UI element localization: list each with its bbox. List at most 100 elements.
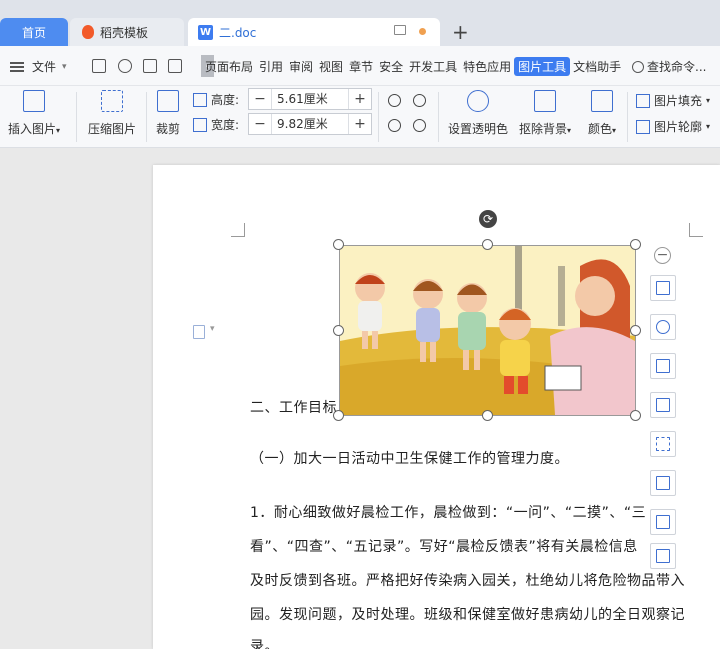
menu-item-picture-tools[interactable]: 图片工具 [514,57,571,76]
resize-handle-e[interactable] [630,325,641,336]
width-label: 宽度: [193,116,239,133]
menu-item-security[interactable]: 安全 [376,58,406,76]
tab-document[interactable]: W 二.doc [188,18,440,46]
paragraph-line: 看”、“四查”、“五记录”。写好“晨检反馈表”将有关晨检信息 [250,539,638,555]
contrast-up-icon[interactable] [413,94,426,107]
insert-picture-label: 插入图片 [8,122,57,136]
brightness-down-icon[interactable] [388,119,401,132]
remove-background-button[interactable]: 抠除背景▾ [519,90,571,137]
divider [438,92,439,142]
tab-document-label: 二.doc [219,25,257,40]
print-icon[interactable] [143,59,157,73]
set-transparent-color-label: 设置透明色 [448,122,509,136]
picture-fill-icon [636,93,650,108]
height-icon [193,92,207,107]
crop-button[interactable]: 裁剪 [156,90,180,137]
width-label-text: 宽度: [211,118,240,132]
menu-item-doc-assistant[interactable]: 文档助手 [570,58,624,76]
tab-bar: 首页 稻壳模板 W 二.doc + [0,0,720,46]
set-transparent-color-button[interactable]: 设置透明色 [448,90,508,137]
paragraph-line: 园。发现问题，及时处理。班级和保健室做好患病幼儿的全日观察记 [250,607,685,623]
paragraph-handle-icon[interactable] [193,324,215,339]
picture-fill-label: 图片填充 [654,94,703,108]
remove-background-icon [534,90,557,112]
width-increase-button[interactable]: + [349,116,371,132]
menu-item-section[interactable]: 章节 [346,58,376,76]
resize-handle-n[interactable] [482,239,493,250]
divider [76,92,77,142]
insert-picture-button[interactable]: 插入图片▾ [8,90,60,137]
color-button[interactable]: 颜色▾ [588,90,616,137]
tab-home-label: 首页 [21,25,46,40]
menu-items: 页面布局 引用 审阅 视图 章节 安全 开发工具 特色应用 图片工具 文档助手 [205,57,624,76]
picture-outline-button[interactable]: 图片轮廓 ▾ [636,118,710,135]
divider [146,92,147,142]
height-increase-button[interactable]: + [349,91,371,107]
height-decrease-button[interactable]: − [249,91,271,107]
picture-outline-icon [636,119,650,134]
word-doc-icon: W [198,24,213,40]
subheading-item-1: （一）加大一日活动中卫生保健工作的管理力度。 [250,451,569,467]
contrast-down-icon[interactable] [413,119,426,132]
unsaved-dot-icon [419,28,426,35]
compress-picture-label: 压缩图片 [88,122,137,136]
margin-corner-mark [231,223,245,237]
collapse-toolbar-icon[interactable]: − [654,247,671,264]
width-input[interactable]: 9.82厘米 [271,114,349,134]
layout-options-button[interactable] [650,275,676,301]
monitor-icon[interactable] [394,25,406,35]
document-area: ⟳ − 二、工作目标 （一）加大一日活动中卫生保健工作的管理力度。 1．耐心细致… [0,149,720,649]
save-icon[interactable] [92,59,106,73]
menu-bar: 文件 ▾ ‹ 页面布局 引用 审阅 视图 章节 安全 开发工具 特色应用 图片工… [0,46,720,86]
menu-item-page-layout[interactable]: 页面布局 [202,58,256,76]
rotate-handle-icon[interactable]: ⟳ [479,210,497,228]
height-stepper[interactable]: − 5.61厘米 + [248,88,372,110]
command-search-label: 查找命令... [647,60,707,74]
zoom-preview-button[interactable] [650,314,676,340]
width-stepper[interactable]: − 9.82厘米 + [248,113,372,135]
crop-icon [157,90,179,112]
divider [627,92,628,142]
picture-outline-label: 图片轮廓 [654,120,703,134]
insert-picture-icon [23,90,46,112]
height-input[interactable]: 5.61厘米 [271,89,349,109]
compress-picture-icon [101,90,123,112]
document-page: ⟳ − 二、工作目标 （一）加大一日活动中卫生保健工作的管理力度。 1．耐心细致… [153,165,720,649]
remove-background-label: 抠除背景 [519,122,568,136]
chevron-down-icon: ▾ [62,61,67,72]
tab-docer-label: 稻壳模板 [100,25,149,40]
format-painter-icon[interactable] [118,59,132,73]
magic-wand-icon [656,359,670,373]
paragraph-line: 录。 [250,639,279,649]
width-decrease-button[interactable]: − [249,116,271,132]
compress-picture-button[interactable]: 压缩图片 [88,90,136,137]
transparent-color-icon [467,90,489,112]
menu-item-developer[interactable]: 开发工具 [406,58,460,76]
zoom-in-icon [656,320,670,334]
print-preview-icon[interactable] [168,59,182,73]
file-menu[interactable]: 文件 ▾ [10,58,67,75]
file-menu-label: 文件 [32,60,57,74]
tab-home[interactable]: 首页 [0,18,68,46]
color-icon [591,90,614,112]
width-icon [193,117,207,132]
resize-handle-nw[interactable] [333,239,344,250]
margin-corner-mark [689,223,703,237]
new-tab-button[interactable]: + [452,20,469,44]
color-label: 颜色 [588,122,613,136]
command-search[interactable]: 查找命令... [632,58,706,75]
divider [378,92,379,142]
paragraph-line: 1．耐心细致做好晨检工作，晨检做到：“一问”、“二摸”、“三 [250,505,647,521]
menu-item-view[interactable]: 视图 [316,58,346,76]
resize-handle-ne[interactable] [630,239,641,250]
docer-flame-icon [82,25,94,39]
menu-item-references[interactable]: 引用 [256,58,286,76]
remove-bg-quick-button[interactable] [650,353,676,379]
heading-work-goals: 二、工作目标 [250,400,337,416]
tab-docer-templates[interactable]: 稻壳模板 [70,18,184,46]
resize-handle-w[interactable] [333,325,344,336]
menu-item-features[interactable]: 特色应用 [460,58,514,76]
brightness-up-icon[interactable] [388,94,401,107]
menu-item-review[interactable]: 审阅 [286,58,316,76]
picture-fill-button[interactable]: 图片填充 ▾ [636,92,710,109]
